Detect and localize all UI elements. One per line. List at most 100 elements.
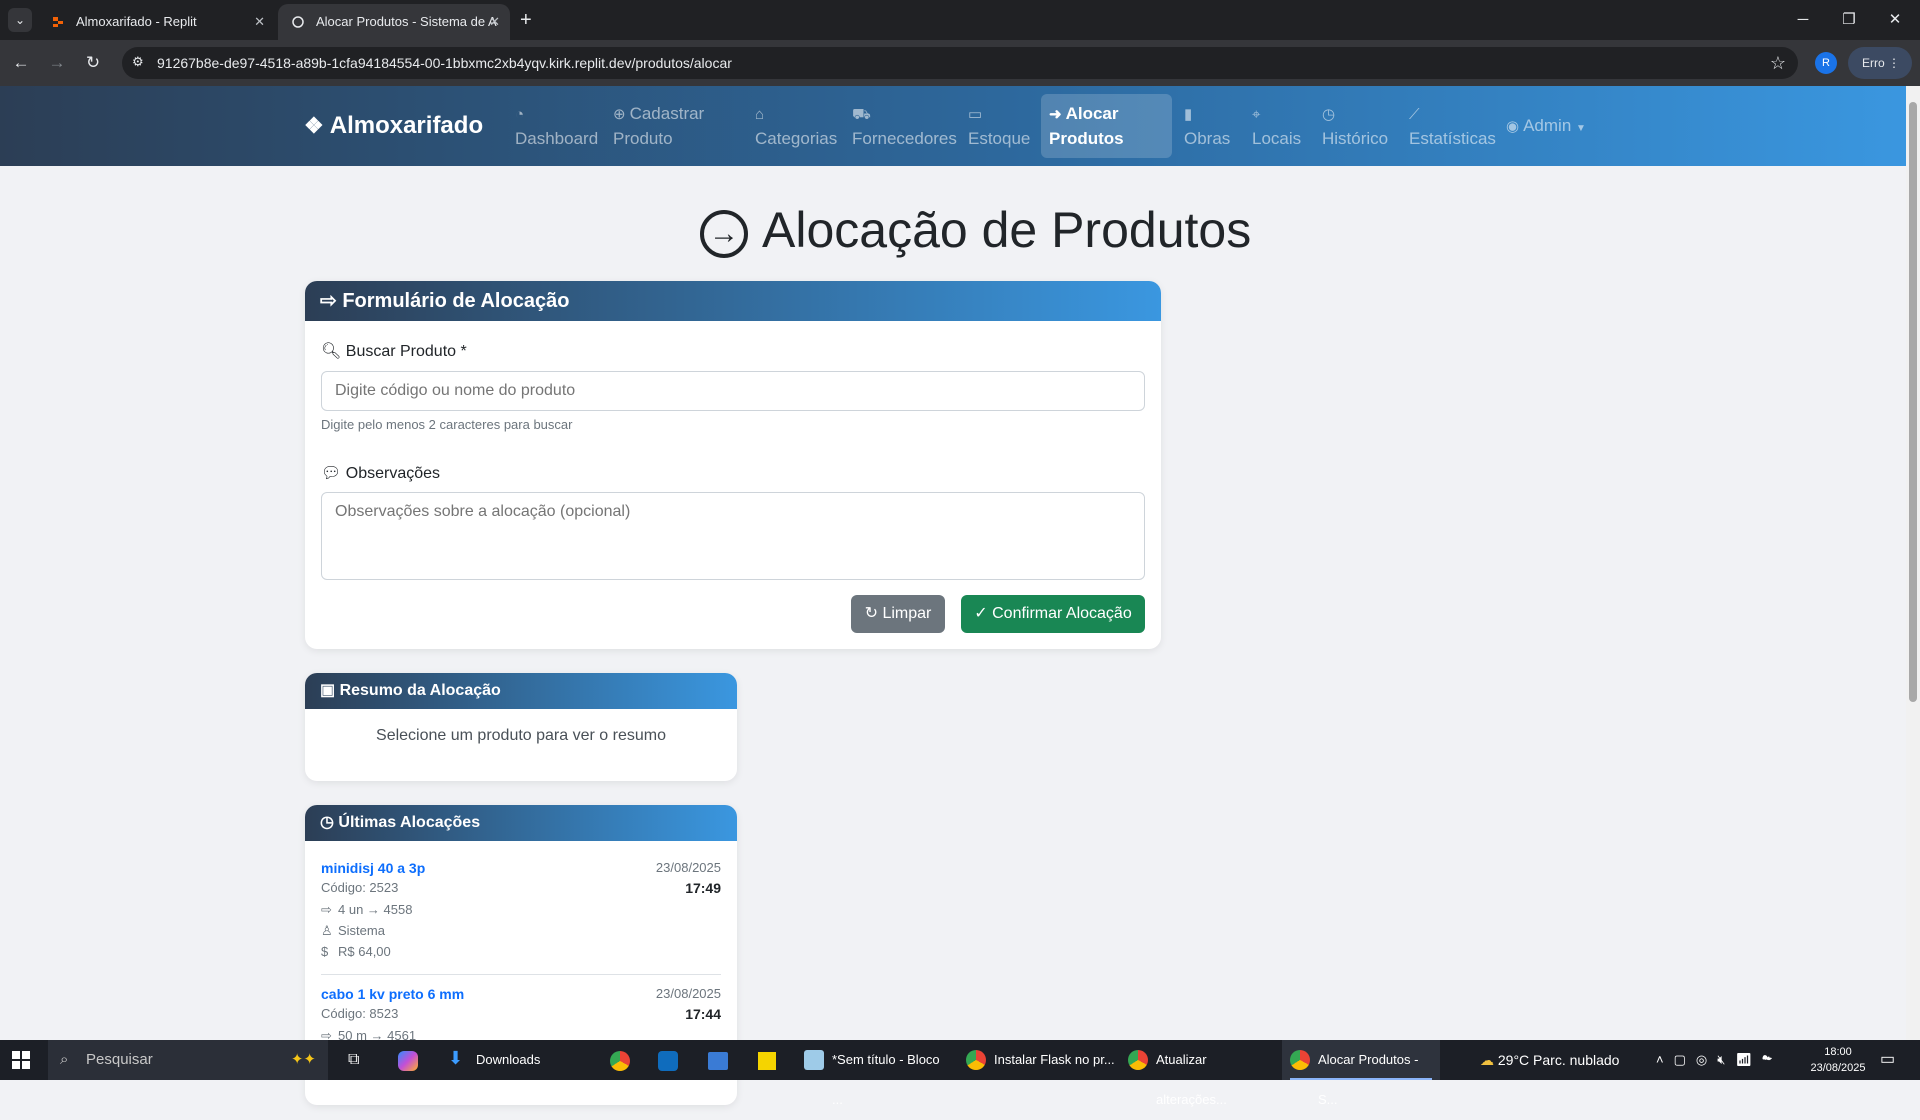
brand-link[interactable]: ❖ Almoxarifado xyxy=(304,112,483,140)
box-arrow-icon: ⇨ xyxy=(320,290,343,312)
allocation-product-name[interactable]: cabo 1 kv preto 6 mm xyxy=(321,986,464,1002)
list-item[interactable]: minidisj 40 a 3p 23/08/2025 Código: 2523… xyxy=(321,860,721,970)
building-icon: ▮ xyxy=(1184,106,1193,123)
summary-card-title: Resumo da Alocação xyxy=(339,682,501,699)
nav-dashboard[interactable]: ◔ Dashboard xyxy=(515,102,598,151)
clock-date: 23/08/2025 xyxy=(1810,1062,1866,1074)
nav-estoque[interactable]: ▭ Estoque xyxy=(968,102,1030,151)
form-card-header: ⇨ Formulário de Alocação xyxy=(305,281,1161,321)
allocation-value: $ R$ 64,00 xyxy=(321,944,391,959)
confirm-allocation-button[interactable]: ✓ Confirmar Alocação xyxy=(961,595,1145,633)
tab-title: Alocar Produtos - Sistema de A xyxy=(316,14,497,29)
search-icon: ⌕ xyxy=(60,1051,69,1068)
tab-search-button[interactable]: ⌄ xyxy=(8,8,32,32)
taskbar-downloads[interactable]: ⬇ Downloads xyxy=(440,1040,560,1080)
new-tab-icon[interactable]: + xyxy=(520,8,532,32)
nav-label: Admin xyxy=(1523,116,1572,135)
nav-historico[interactable]: ◷ Histórico xyxy=(1322,102,1388,151)
search-help-text: Digite pelo menos 2 caracteres para busc… xyxy=(321,417,573,432)
close-tab-icon[interactable]: ✕ xyxy=(254,4,265,40)
nav-alocar-produtos[interactable]: ➜ Alocar Produtos xyxy=(1041,94,1172,158)
observations-textarea[interactable] xyxy=(321,492,1145,580)
scrollbar-thumb[interactable] xyxy=(1909,102,1917,702)
taskbar-search[interactable]: ⌕ Pesquisar ✦✦ xyxy=(48,1040,328,1080)
weather-widget[interactable]: ☁ 29°C Parc. nublado xyxy=(1480,1040,1619,1080)
caret-down-icon: ▼ xyxy=(1576,123,1586,134)
clear-button[interactable]: ↻ Limpar xyxy=(851,595,945,633)
plus-circle-icon: ⊕ xyxy=(613,106,626,123)
back-icon[interactable]: ← xyxy=(8,50,34,76)
bookmark-star-icon[interactable]: ☆ xyxy=(1770,47,1786,79)
arrow-circle-icon: ➜ xyxy=(1049,106,1062,123)
reload-icon[interactable]: ↻ xyxy=(80,50,106,76)
system-tray-icons[interactable]: ˄▢◎🔇︎📶︎☁︎ xyxy=(1656,1040,1782,1080)
nav-admin-dropdown[interactable]: ◉ Admin ▼ xyxy=(1506,114,1586,141)
chrome-icon xyxy=(966,1050,986,1070)
nav-cadastrar-produto[interactable]: ⊕ Cadastrar Produto xyxy=(613,102,723,151)
last-card-header: ◷ Últimas Alocações xyxy=(305,805,737,841)
copilot-icon[interactable] xyxy=(398,1040,418,1080)
sticky-notes-icon[interactable] xyxy=(758,1040,776,1080)
explorer-icon[interactable] xyxy=(708,1040,728,1080)
arrow-right-circle-icon: → xyxy=(700,209,748,258)
allocation-summary-card: ▣ Resumo da Alocação Selecione um produt… xyxy=(305,673,737,781)
box-arrow-icon: ⇨ xyxy=(321,902,332,917)
weather-text: 29°C Parc. nublado xyxy=(1497,1052,1620,1068)
nav-label: Estatísticas xyxy=(1409,129,1496,148)
allocation-user-text: Sistema xyxy=(338,923,385,938)
notifications-icon[interactable]: ▭ xyxy=(1880,1040,1895,1080)
close-window-icon[interactable]: ✕ xyxy=(1872,0,1918,40)
taskbar-chrome-alocar[interactable]: Alocar Produtos - S... xyxy=(1282,1040,1440,1107)
box-icon: ▭ xyxy=(968,106,983,123)
minimize-icon[interactable]: ─ xyxy=(1780,0,1826,40)
product-search-input[interactable] xyxy=(321,371,1145,411)
nav-categorias[interactable]: ⌂ Categorias xyxy=(755,102,837,151)
windows-start-icon[interactable] xyxy=(12,1040,36,1080)
downloads-label: Downloads xyxy=(476,1052,541,1067)
app-navbar: ❖ Almoxarifado ◔ Dashboard ⊕ Cadastrar Prod… xyxy=(0,86,1910,166)
address-bar[interactable]: ⚙ 91267b8e-de97-4518-a89b-1cfa94184554-0… xyxy=(122,47,1798,79)
profile-avatar[interactable]: R xyxy=(1815,52,1837,74)
clear-label: Limpar xyxy=(882,605,932,622)
allocation-product-name[interactable]: minidisj 40 a 3p xyxy=(321,860,425,876)
error-button[interactable]: Erro ⋮ xyxy=(1848,47,1912,79)
taskbar-chrome-atualizar[interactable]: Atualizar alterações... xyxy=(1120,1040,1278,1107)
allocation-date: 23/08/2025 xyxy=(655,986,721,1001)
nav-locais[interactable]: ⌖ Locais xyxy=(1252,102,1301,151)
nav-obras[interactable]: ▮ Obras xyxy=(1184,102,1230,151)
pin-icon: ⌖ xyxy=(1252,106,1261,123)
browser-tab-replit[interactable]: Almoxarifado - Replit ✕ xyxy=(38,4,275,40)
error-label: Erro xyxy=(1862,56,1885,70)
allocation-user: ♙ Sistema xyxy=(321,923,385,939)
site-info-icon[interactable]: ⚙ xyxy=(132,54,144,70)
nav-fornecedores[interactable]: ⛟ Fornecedores xyxy=(852,102,957,151)
url-text: 91267b8e-de97-4518-a89b-1cfa94184554-00-… xyxy=(157,55,732,71)
clock-icon: ◷ xyxy=(320,814,339,831)
taskbar-notepad[interactable]: *Sem título - Bloco ... xyxy=(796,1040,954,1107)
observations-label: 💬︎ Observações xyxy=(321,463,440,483)
nav-label: Obras xyxy=(1184,129,1231,148)
form-card-title: Formulário de Alocação xyxy=(342,290,570,312)
nav-estatisticas[interactable]: ⟋ Estatísticas xyxy=(1409,102,1496,151)
summary-card-header: ▣ Resumo da Alocação xyxy=(305,673,737,709)
forward-icon[interactable]: → xyxy=(44,50,70,76)
close-tab-icon[interactable]: ✕ xyxy=(489,4,500,40)
page-scrollbar[interactable] xyxy=(1906,86,1920,1040)
allocation-date: 23/08/2025 xyxy=(655,860,721,875)
task-view-icon[interactable]: ⧉ xyxy=(348,1040,359,1080)
restore-icon[interactable]: ❐ xyxy=(1826,0,1872,40)
notepad-icon xyxy=(804,1050,824,1070)
browser-tab-alocar[interactable]: Alocar Produtos - Sistema de A ✕ xyxy=(278,4,510,40)
brand-text: Almoxarifado xyxy=(329,112,484,139)
chrome-icon[interactable] xyxy=(610,1040,630,1080)
last-card-title: Últimas Alocações xyxy=(338,814,481,831)
clock[interactable]: 18:00 23/08/2025 xyxy=(1806,1040,1870,1080)
weather-icon: ☁ xyxy=(1480,1052,1498,1068)
allocation-value-text: R$ 64,00 xyxy=(338,944,391,959)
confirm-label: Confirmar Alocação xyxy=(992,605,1132,622)
allocation-code: Código: 8523 xyxy=(321,1006,399,1021)
search-icon: 🔍︎ xyxy=(321,343,346,360)
taskbar-chrome-flask[interactable]: Instalar Flask no pr... xyxy=(958,1040,1116,1080)
outlook-icon[interactable] xyxy=(658,1040,678,1080)
search-label: 🔍︎ Buscar Produto * xyxy=(321,341,467,361)
